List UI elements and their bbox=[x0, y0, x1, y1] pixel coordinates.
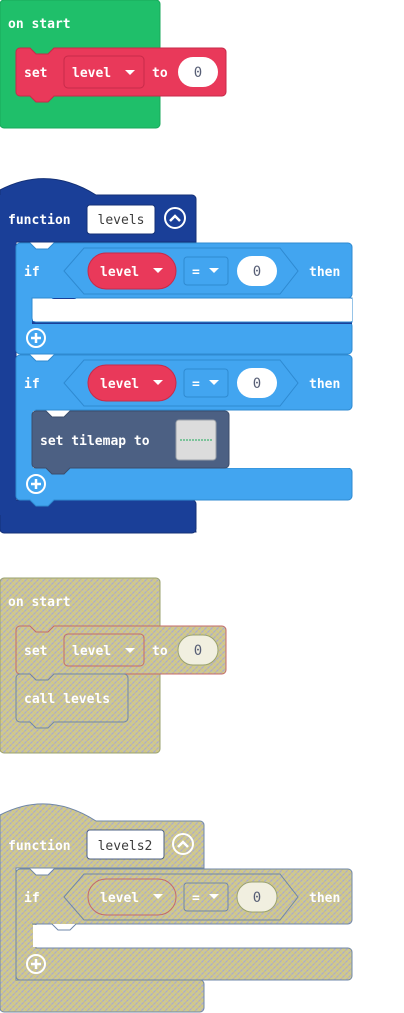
value-input[interactable]: 0 bbox=[177, 634, 219, 666]
value-input[interactable]: 0 bbox=[237, 368, 277, 398]
operator-symbol: = bbox=[192, 377, 200, 392]
if-label: if bbox=[24, 377, 40, 392]
set-variable-block-disabled[interactable]: set level to 0 bbox=[15, 625, 227, 681]
compare-condition[interactable]: level = 0 bbox=[63, 247, 299, 295]
variable-reporter[interactable]: level bbox=[87, 252, 177, 290]
variable-name: level bbox=[100, 891, 139, 906]
variable-reporter[interactable]: level bbox=[87, 878, 177, 916]
if-block-disabled[interactable]: if level = 0 then bbox=[15, 868, 353, 981]
variable-dropdown[interactable]: level bbox=[63, 633, 145, 667]
value-input[interactable]: 0 bbox=[178, 57, 218, 87]
on-start-label: on start bbox=[8, 595, 71, 610]
blocks-workspace[interactable]: on start set level to 0 function levels bbox=[0, 0, 404, 1013]
variable-dropdown[interactable]: level bbox=[63, 55, 145, 89]
if-label: if bbox=[24, 891, 40, 906]
operator-symbol: = bbox=[192, 265, 200, 280]
operator-dropdown[interactable]: = bbox=[183, 882, 229, 912]
value-input[interactable]: 0 bbox=[236, 881, 278, 913]
compare-condition[interactable]: level = 0 bbox=[63, 873, 299, 921]
operator-symbol: = bbox=[192, 891, 200, 906]
tilemap-thumbnail[interactable] bbox=[175, 419, 217, 461]
operator-dropdown[interactable]: = bbox=[183, 256, 229, 286]
set-tilemap-label: set tilemap to bbox=[40, 434, 150, 449]
variable-reporter[interactable]: level bbox=[87, 364, 177, 402]
then-label: then bbox=[309, 891, 340, 906]
variable-name: level bbox=[100, 377, 139, 392]
value-number: 0 bbox=[194, 643, 202, 659]
function-name-field[interactable]: levels2 bbox=[86, 829, 165, 860]
compare-condition[interactable]: level = 0 bbox=[63, 359, 299, 407]
if-label: if bbox=[24, 265, 40, 280]
variable-name: level bbox=[72, 644, 111, 659]
on-start-label: on start bbox=[8, 17, 71, 32]
set-tilemap-block[interactable]: set tilemap to bbox=[31, 410, 230, 475]
to-label: to bbox=[152, 644, 168, 659]
set-variable-block[interactable]: set level to 0 bbox=[15, 47, 227, 103]
function-name: levels bbox=[98, 213, 145, 228]
if-block[interactable]: if level = 0 then bbox=[15, 242, 353, 355]
set-label: set bbox=[24, 66, 47, 81]
variable-name: level bbox=[72, 66, 111, 81]
function-name-field[interactable]: levels bbox=[86, 204, 156, 235]
function-keyword: function bbox=[8, 213, 71, 228]
value-number: 0 bbox=[253, 376, 261, 392]
if-block[interactable]: if level = 0 then set tilemap to bbox=[15, 354, 353, 507]
value-number: 0 bbox=[253, 264, 261, 280]
value-input[interactable]: 0 bbox=[237, 256, 277, 286]
then-label: then bbox=[309, 265, 340, 280]
value-number: 0 bbox=[194, 65, 202, 81]
call-function-block-disabled[interactable]: call levels bbox=[15, 673, 129, 729]
set-label: set bbox=[24, 644, 47, 659]
value-number: 0 bbox=[253, 890, 261, 906]
function-name: levels2 bbox=[98, 839, 153, 854]
variable-name: level bbox=[100, 265, 139, 280]
operator-dropdown[interactable]: = bbox=[183, 368, 229, 398]
then-label: then bbox=[309, 377, 340, 392]
to-label: to bbox=[152, 66, 168, 81]
call-label: call levels bbox=[24, 692, 110, 707]
function-keyword: function bbox=[8, 839, 71, 854]
